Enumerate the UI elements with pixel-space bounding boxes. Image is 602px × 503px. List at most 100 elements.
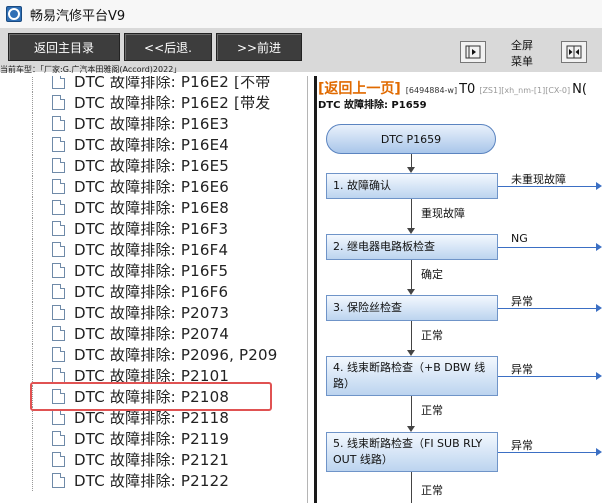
- pane-divider[interactable]: [314, 76, 317, 503]
- tree-item-label: DTC 故障排除: P2121: [74, 451, 230, 469]
- flow-step: 3. 保险丝检查: [326, 295, 498, 321]
- tree-item-label: DTC 故障排除: P2119: [74, 430, 230, 448]
- flow-step: 1. 故障确认: [326, 173, 498, 199]
- document-icon: [52, 95, 65, 110]
- flow-side-label: NG: [511, 232, 528, 245]
- flow-start: DTC P1659: [326, 124, 496, 154]
- home-button[interactable]: 返回主目录: [8, 33, 120, 61]
- tree-item-label: DTC 故障排除: P16E3: [74, 115, 230, 133]
- tree-item-label: DTC 故障排除: P2122: [74, 472, 230, 490]
- tree-item-label: DTC 故障排除: P16F6: [74, 283, 229, 301]
- document-icon: [52, 200, 65, 215]
- tree-item-label: DTC 故障排除: P16F4: [74, 241, 229, 259]
- flow-side-label: 异常: [511, 439, 533, 452]
- tree-item[interactable]: DTC 故障排除: P16F3: [32, 218, 228, 239]
- document-icon: [52, 326, 65, 341]
- selected-item-highlight: [30, 382, 272, 411]
- document-icon: [52, 263, 65, 278]
- tree-item[interactable]: DTC 故障排除: P16F6: [32, 281, 228, 302]
- tree-item[interactable]: DTC 故障排除: P16E4: [32, 134, 229, 155]
- flow-down-label: 重现故障: [421, 207, 465, 220]
- document-icon: [52, 431, 65, 446]
- flow-step: 4. 线束断路检查（+B DBW 线路）: [326, 356, 498, 396]
- flow-side-label: 异常: [511, 295, 533, 308]
- fullscreen-menu-label[interactable]: 全屏 菜单: [506, 38, 538, 70]
- tree-item-label: DTC 故障排除: P2073: [74, 304, 230, 322]
- tree-item-label: DTC 故障排除: P16E5: [74, 157, 230, 175]
- flow-side-arrowhead: [596, 243, 602, 251]
- content-header: [返回上一页] [6494884-w] T0 [ZS1][xh_nm-[1][C…: [318, 78, 587, 98]
- back-to-previous-link[interactable]: [返回上一页]: [318, 78, 401, 98]
- t0-marker: T0: [459, 82, 476, 97]
- flow-side-arrowhead: [596, 372, 602, 380]
- flow-connector: [411, 396, 412, 426]
- collapse-left-icon[interactable]: [460, 41, 486, 63]
- tree-item-label: DTC 故障排除: P16E8: [74, 199, 230, 217]
- tree-item[interactable]: DTC 故障排除: P16E3: [32, 113, 229, 134]
- flow-side-arrowhead: [596, 448, 602, 456]
- back-button[interactable]: <<后退.: [124, 33, 212, 61]
- document-icon: [52, 347, 65, 362]
- flow-connector: [411, 321, 412, 350]
- tree-item[interactable]: DTC 故障排除: P16E2 [不带: [32, 76, 270, 92]
- document-icon: [52, 221, 65, 236]
- current-car-model: 当前车型：「厂家:G.广汽本田雅阁(Accord)2022」: [0, 65, 182, 74]
- tree-item[interactable]: DTC 故障排除: P2121: [32, 449, 229, 470]
- flow-connector: [411, 154, 412, 167]
- flow-connector: [411, 472, 412, 503]
- tree-item-label: DTC 故障排除: P2074: [74, 325, 230, 343]
- document-icon: [52, 242, 65, 257]
- document-code: [6494884-w]: [405, 86, 458, 95]
- document-icon: [52, 158, 65, 173]
- flow-side-arrowhead: [596, 304, 602, 312]
- tree-item[interactable]: DTC 故障排除: P2122: [32, 470, 229, 491]
- tree-item-label: DTC 故障排除: P16E2 [带发: [74, 94, 271, 112]
- flow-side-arrowhead: [596, 182, 602, 190]
- tree-item[interactable]: DTC 故障排除: P2073: [32, 302, 229, 323]
- tree-item-label: DTC 故障排除: P16E6: [74, 178, 230, 196]
- tree-item[interactable]: DTC 故障排除: P2074: [32, 323, 229, 344]
- forward-button[interactable]: >>前进: [216, 33, 302, 61]
- document-icon: [52, 452, 65, 467]
- flow-connector: [411, 260, 412, 289]
- document-icon: [52, 368, 65, 383]
- tree-item[interactable]: DTC 故障排除: P2119: [32, 428, 229, 449]
- window-title: 畅易汽修平台V9: [30, 8, 126, 24]
- document-icon: [52, 76, 65, 89]
- document-icon: [52, 116, 65, 131]
- flow-side-label: 异常: [511, 363, 533, 376]
- tree-item[interactable]: DTC 故障排除: P16F4: [32, 239, 228, 260]
- tree-item[interactable]: DTC 故障排除: P16F5: [32, 260, 228, 281]
- tree-item[interactable]: DTC 故障排除: P16E8: [32, 197, 229, 218]
- tree-item-label: DTC 故障排除: P16E2 [不带: [74, 76, 271, 91]
- flow-side-label: 未重现故障: [511, 173, 566, 186]
- flow-down-label: 确定: [421, 268, 443, 281]
- expand-both-icon[interactable]: [561, 41, 587, 63]
- title-bar: 畅易汽修平台V9: [0, 0, 602, 28]
- header-trailing-text: N(: [572, 82, 587, 97]
- flow-side-connector: [498, 247, 596, 248]
- flow-down-label: 正常: [421, 404, 443, 417]
- tree-item-label: DTC 故障排除: P16E4: [74, 136, 230, 154]
- document-icon: [52, 179, 65, 194]
- flow-step: 2. 继电器电路板检查: [326, 234, 498, 260]
- flow-down-label: 正常: [421, 484, 443, 497]
- fullscreen-label-line2: 菜单: [511, 55, 533, 68]
- app-icon: [6, 6, 22, 22]
- tree-item-label: DTC 故障排除: P16F3: [74, 220, 229, 238]
- tree-item[interactable]: DTC 故障排除: P16E5: [32, 155, 229, 176]
- tree-item-label: DTC 故障排除: P16F5: [74, 262, 229, 280]
- page-title: DTC 故障排除: P1659: [318, 100, 427, 111]
- document-icon: [52, 284, 65, 299]
- tree-item-label: DTC 故障排除: P2096, P209: [74, 346, 278, 364]
- tree-item[interactable]: DTC 故障排除: P16E2 [带发: [32, 92, 270, 113]
- dtc-tree[interactable]: DTC 故障排除: P16E2 [不带 DTC 故障排除: P16E2 [带发 DT…: [0, 76, 308, 503]
- document-icon: [52, 410, 65, 425]
- tree-item[interactable]: DTC 故障排除: P2096, P209: [32, 344, 278, 365]
- document-icon: [52, 473, 65, 488]
- tree-item[interactable]: DTC 故障排除: P16E6: [32, 176, 229, 197]
- document-icon: [52, 305, 65, 320]
- document-icon: [52, 137, 65, 152]
- model-code: [ZS1][xh_nm-[1][CX-0]: [479, 86, 571, 95]
- flow-down-label: 正常: [421, 329, 443, 342]
